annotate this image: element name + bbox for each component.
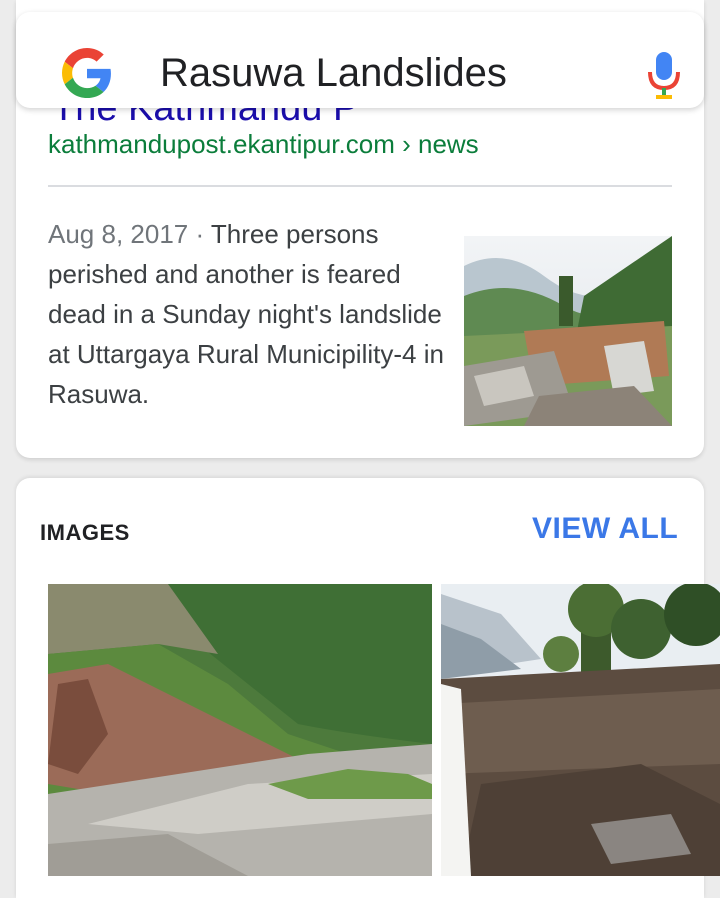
search-bar[interactable]: Rasuwa Landslides: [16, 12, 704, 108]
google-logo-icon[interactable]: [62, 48, 112, 98]
result-date: Aug 8, 2017: [48, 219, 189, 249]
view-all-button[interactable]: VIEW ALL: [532, 512, 678, 546]
images-heading: IMAGES: [40, 520, 130, 545]
microphone-icon[interactable]: [646, 50, 682, 100]
result-source-url[interactable]: kathmandupost.ekantipur.com › news: [48, 128, 479, 160]
result-thumbnail[interactable]: [464, 236, 672, 426]
search-query[interactable]: Rasuwa Landslides: [160, 50, 507, 96]
image-result-2[interactable]: [441, 584, 720, 876]
date-separator: ·: [188, 219, 211, 249]
divider: [48, 185, 672, 187]
image-result-1[interactable]: [48, 584, 432, 876]
result-snippet: Aug 8, 2017 · Three persons perished and…: [48, 214, 448, 414]
